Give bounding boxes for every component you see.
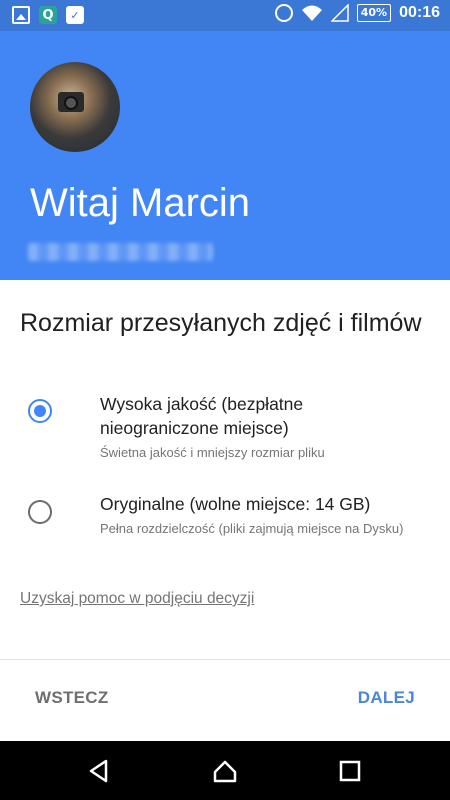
avatar-lens [64,96,78,110]
system-icons: 40% 00:16 [274,4,440,22]
option-title: Wysoka jakość (bezpłatne nieograniczone … [100,394,304,438]
help-link[interactable]: Uzyskaj pomoc w podjęciu decyzji [20,590,254,608]
avatar [30,62,120,152]
status-bar: Q 40% 00:16 [0,0,450,31]
option-description: Świetna jakość i mniejszy rozmiar pliku [100,445,325,460]
radio-button[interactable] [28,500,52,524]
back-triangle-icon[interactable] [86,758,112,784]
wifi-icon [301,5,322,21]
clock: 00:16 [399,4,440,21]
battery-icon: 40% [356,4,392,22]
navigation-bar [0,741,450,800]
home-icon[interactable] [212,758,238,784]
option-text: Wysoka jakość (bezpłatne nieograniczone … [100,392,420,462]
radio-button-selected[interactable] [28,399,52,423]
next-button[interactable]: DALEJ [358,688,415,708]
briefcase-check-icon [66,6,84,24]
option-title: Oryginalne (wolne miejsce: 14 GB) [100,494,371,514]
divider [0,659,450,660]
notification-icons: Q [12,6,84,24]
blurred-email [28,243,213,261]
gallery-icon [12,6,30,24]
signal-icon [330,4,349,22]
page-title: Rozmiar przesyłanych zdjęć i filmów [20,309,422,337]
account-header: Witaj Marcin [0,31,450,280]
q-app-icon: Q [39,6,57,24]
option-description: Pełna rozdzielczość (pliki zajmują miejs… [100,521,404,536]
recent-apps-icon[interactable] [337,758,363,784]
greeting-title: Witaj Marcin [30,181,251,225]
option-text: Oryginalne (wolne miejsce: 14 GB) Pełna … [100,492,420,538]
alarm-icon [274,4,293,22]
back-button[interactable]: WSTECZ [35,688,109,708]
